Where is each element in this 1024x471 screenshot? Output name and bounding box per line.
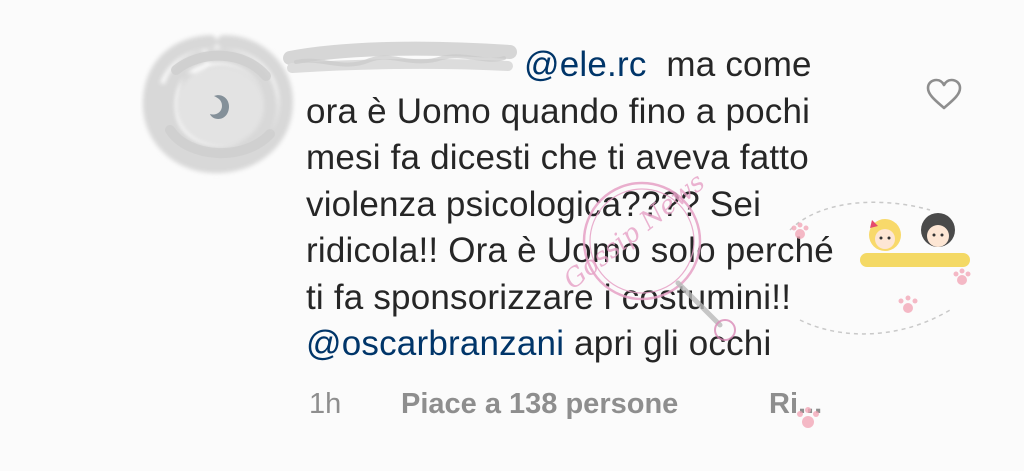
comment-line-6: ti fa sponsorizzare i costumini!! (306, 277, 792, 317)
comment-text: @ele.rc ma come ora è Uomo quando fino a… (306, 42, 896, 368)
mention-oscarbranzani[interactable]: @oscarbranzani (306, 324, 564, 363)
comment-line-1-text: ma come (646, 45, 812, 84)
comment-line-1: @ele.rc ma come (306, 42, 896, 89)
heart-outline-icon[interactable] (926, 78, 962, 110)
likes-count-link[interactable]: Piace a 138 persone (401, 388, 678, 421)
mention-ele-rc[interactable]: @ele.rc (524, 45, 647, 84)
timestamp: 1h (309, 388, 342, 420)
comment-line-3: mesi fa dicesti che ti aveva fatto (306, 138, 809, 177)
comment-line-7-text: apri gli occhi (564, 324, 772, 363)
comment-screen: @ele.rc ma come ora è Uomo quando fino a… (0, 0, 1024, 471)
reply-button[interactable]: Ri... (769, 388, 822, 421)
comment-line-5: ridicola!! Ora è Uomo solo perché (306, 231, 834, 270)
avatar[interactable] (140, 30, 300, 180)
comment-line-7: @oscarbranzani apri gli occhi (306, 321, 896, 368)
comment-line-4: violenza psicologica???? Sei (306, 184, 762, 224)
comment-line-2: ora è Uomo quando fino a pochi (306, 91, 811, 131)
